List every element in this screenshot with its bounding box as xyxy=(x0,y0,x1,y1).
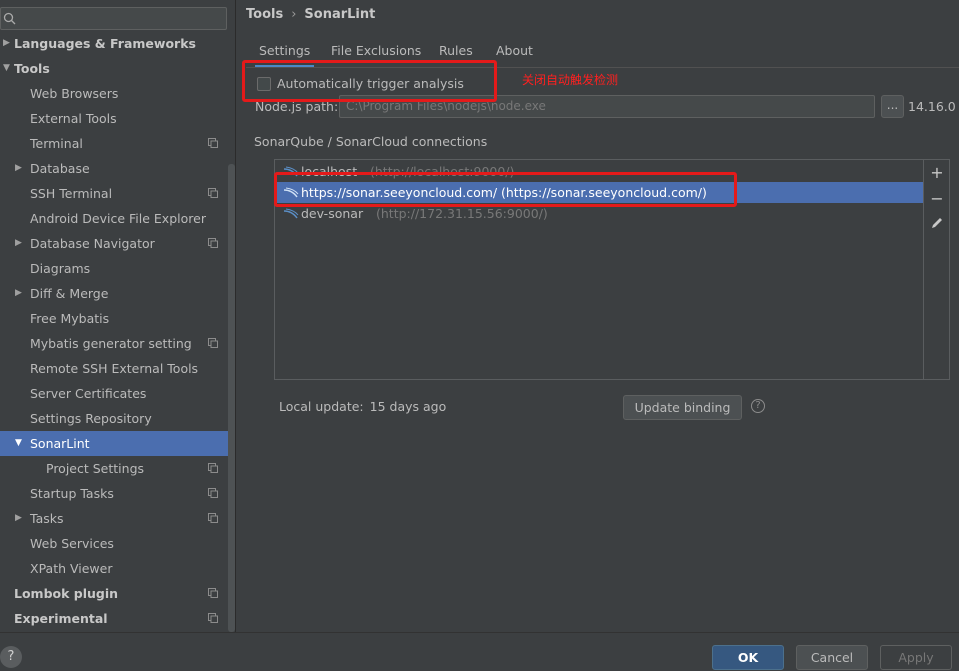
local-update: Local update: 15 days ago xyxy=(279,399,446,415)
settings-search-input[interactable] xyxy=(19,10,219,27)
sidebar-item-label: Android Device File Explorer xyxy=(30,211,206,226)
sidebar-item-experimental[interactable]: Experimental xyxy=(0,606,235,631)
sidebar-item-free-mybatis[interactable]: Free Mybatis xyxy=(0,306,235,331)
sidebar-item-tasks[interactable]: ▶ Tasks xyxy=(0,506,235,531)
sidebar-item-label: External Tools xyxy=(30,111,117,126)
sidebar-item-database[interactable]: ▶ Database xyxy=(0,156,235,181)
sidebar-item-external-tools[interactable]: External Tools xyxy=(0,106,235,131)
sidebar-item-label: Languages & Frameworks xyxy=(14,36,196,51)
settings-sidebar: ▶ Languages & Frameworks ▼ Tools Web Browser… xyxy=(0,0,235,632)
local-update-value: 15 days ago xyxy=(369,399,447,414)
sidebar-item-label: Database xyxy=(30,161,90,176)
project-level-icon xyxy=(208,238,218,248)
sidebar-item-languages-frameworks[interactable]: ▶ Languages & Frameworks xyxy=(0,31,235,56)
sidebar-item-database-navigator[interactable]: ▶ Database Navigator xyxy=(0,231,235,256)
sidebar-item-label: Free Mybatis xyxy=(30,311,110,326)
sidebar-item-label: SSH Terminal xyxy=(30,186,113,201)
sidebar-scrollbar[interactable] xyxy=(228,164,235,632)
sidebar-item-settings-repository[interactable]: Settings Repository xyxy=(0,406,235,431)
sidebar-item-label: Settings Repository xyxy=(30,411,152,426)
annotation-text: 关闭自动触发检测 xyxy=(522,73,619,87)
expanded-arrow-icon[interactable]: ▼ xyxy=(15,431,25,456)
sidebar-item-project-settings[interactable]: Project Settings xyxy=(0,456,235,481)
sidebar-item-label: Project Settings xyxy=(46,461,145,476)
collapsed-arrow-icon[interactable]: ▶ xyxy=(15,231,25,256)
tab-about[interactable]: About xyxy=(496,40,533,68)
sidebar-item-lombok-plugin[interactable]: Lombok plugin xyxy=(0,581,235,606)
sidebar-item-sonarlint[interactable]: ▼ SonarLint xyxy=(0,431,235,456)
project-level-icon xyxy=(208,513,218,523)
pencil-icon xyxy=(932,218,942,228)
collapsed-arrow-icon[interactable]: ▶ xyxy=(15,281,25,306)
add-connection-button[interactable]: + xyxy=(928,164,946,182)
project-level-icon xyxy=(208,138,218,148)
sidebar-item-label: Database Navigator xyxy=(30,236,155,251)
collapsed-arrow-icon[interactable]: ▶ xyxy=(3,31,13,56)
sidebar-item-startup-tasks[interactable]: Startup Tasks xyxy=(0,481,235,506)
sidebar-item-label: Web Services xyxy=(30,536,114,551)
remove-connection-button[interactable]: − xyxy=(928,190,946,208)
annotation-highlight-auto-trigger xyxy=(242,60,497,102)
local-update-label: Local update: xyxy=(279,399,364,414)
search-icon xyxy=(3,12,16,25)
sidebar-item-ssh-terminal[interactable]: SSH Terminal xyxy=(0,181,235,206)
sidebar-item-web-browsers[interactable]: Web Browsers xyxy=(0,81,235,106)
breadcrumb-separator: › xyxy=(291,7,297,22)
help-button[interactable]: ? xyxy=(0,646,22,668)
help-icon[interactable]: ? xyxy=(751,399,765,413)
sidebar-item-label: Diagrams xyxy=(30,261,91,276)
breadcrumb-current: SonarLint xyxy=(304,7,376,22)
sidebar-item-tools[interactable]: ▼ Tools xyxy=(0,56,235,81)
sonarqube-icon xyxy=(283,208,299,219)
sidebar-item-web-services[interactable]: Web Services xyxy=(0,531,235,556)
sidebar-item-label: XPath Viewer xyxy=(30,561,113,576)
sidebar-item-label: Lombok plugin xyxy=(14,586,119,601)
sidebar-item-label: Startup Tasks xyxy=(30,486,114,501)
expanded-arrow-icon[interactable]: ▼ xyxy=(3,56,13,81)
sidebar-item-label: Mybatis generator setting xyxy=(30,336,192,351)
collapsed-arrow-icon[interactable]: ▶ xyxy=(15,156,25,181)
breadcrumb-parent[interactable]: Tools xyxy=(246,7,283,22)
browse-button[interactable]: ... xyxy=(881,95,904,118)
sidebar-item-label: Terminal xyxy=(30,136,83,151)
sidebar-item-server-certificates[interactable]: Server Certificates xyxy=(0,381,235,406)
sidebar-item-android-device-file-explorer[interactable]: Android Device File Explorer xyxy=(0,206,235,231)
sidebar-item-diff-merge[interactable]: ▶ Diff & Merge xyxy=(0,281,235,306)
sidebar-item-terminal[interactable]: Terminal xyxy=(0,131,235,156)
sidebar-item-label: Tools xyxy=(14,61,50,76)
sidebar-item-diagrams[interactable]: Diagrams xyxy=(0,256,235,281)
sidebar-item-label: Tasks xyxy=(30,511,64,526)
sidebar-item-remote-ssh-external-tools[interactable]: Remote SSH External Tools xyxy=(0,356,235,381)
sidebar-item-label: Remote SSH External Tools xyxy=(30,361,199,376)
sidebar-item-label: Web Browsers xyxy=(30,86,119,101)
project-level-icon xyxy=(208,463,218,473)
collapsed-arrow-icon[interactable]: ▶ xyxy=(15,506,25,531)
ok-button[interactable]: OK xyxy=(712,645,784,670)
sidebar-item-label: SonarLint xyxy=(30,436,90,451)
sidebar-item-xpath-viewer[interactable]: XPath Viewer xyxy=(0,556,235,581)
breadcrumb: Tools › SonarLint xyxy=(246,7,375,25)
project-level-icon xyxy=(208,613,218,623)
project-level-icon xyxy=(208,188,218,198)
project-level-icon xyxy=(208,588,218,598)
connections-toolbar: + − xyxy=(924,159,950,380)
project-level-icon xyxy=(208,488,218,498)
apply-button[interactable]: Apply xyxy=(880,645,952,670)
sidebar-item-mybatis-generator-setting[interactable]: Mybatis generator setting xyxy=(0,331,235,356)
dialog-footer: ? OK Cancel Apply xyxy=(0,632,959,671)
settings-search-box[interactable] xyxy=(0,7,227,30)
connections-title: SonarQube / SonarCloud connections xyxy=(254,134,488,149)
update-binding-button[interactable]: Update binding xyxy=(623,395,742,420)
sidebar-item-label: Server Certificates xyxy=(30,386,147,401)
annotation-highlight-connection xyxy=(274,172,737,207)
splitter[interactable] xyxy=(235,0,236,632)
nodejs-version: 14.16.0 xyxy=(908,99,956,114)
sidebar-item-label: Experimental xyxy=(14,611,108,626)
sidebar-item-label: Diff & Merge xyxy=(30,286,109,301)
edit-connection-button[interactable] xyxy=(928,216,946,234)
project-level-icon xyxy=(208,338,218,348)
cancel-button[interactable]: Cancel xyxy=(796,645,868,670)
